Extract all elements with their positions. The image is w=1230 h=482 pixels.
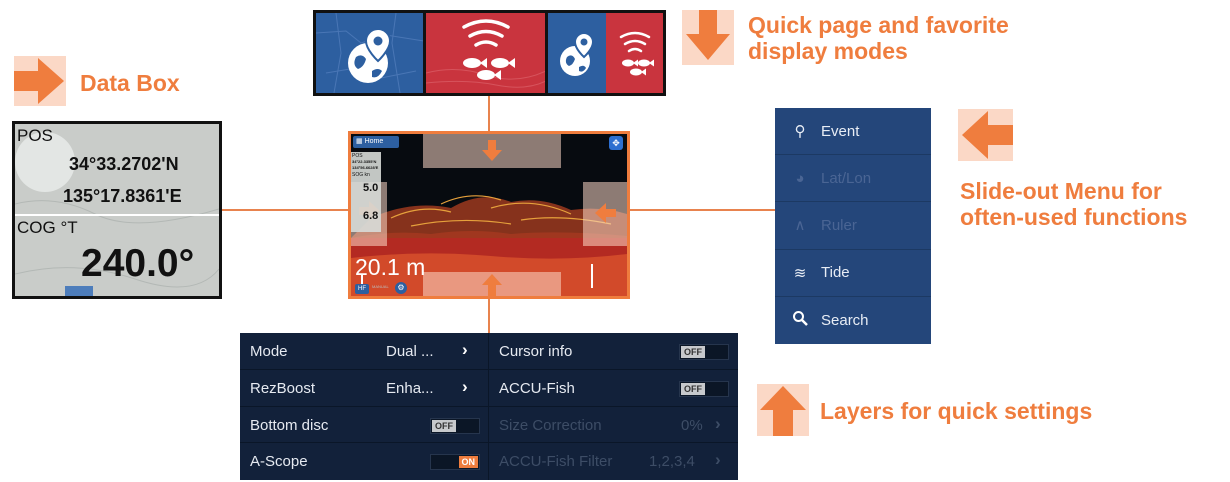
- gain-mode-label: MANUAL: [372, 284, 389, 289]
- menu-item-event[interactable]: ⚲ Event: [775, 108, 931, 156]
- quick-page-sonar-tile[interactable]: [426, 13, 546, 93]
- layer-row-cursor-info[interactable]: Cursor info OFF: [489, 333, 738, 370]
- home-grid-icon: ▦: [356, 138, 365, 145]
- cog-label: COG °T: [17, 218, 78, 237]
- chevron-right-icon: ›: [715, 413, 721, 433]
- latitude-value: 34°33.2702'N: [69, 154, 179, 174]
- latlon-icon: ◕: [795, 169, 805, 187]
- home-button[interactable]: ▦ Home: [353, 136, 399, 148]
- mini-arrow-left-icon: [595, 203, 616, 223]
- menu-item-tide[interactable]: ≋ Tide: [775, 250, 931, 297]
- mini-lon: 134°56.6628'E: [352, 165, 379, 170]
- compass-button[interactable]: ✥: [609, 136, 623, 150]
- slide-out-menu: ⚲ Event ◕ Lat/Lon ∧ Ruler ≋ Tide Search: [775, 108, 931, 344]
- layers-left-column: Mode Dual ... › RezBoost Enha... › Botto…: [240, 333, 489, 480]
- layer-row-mode[interactable]: Mode Dual ... ›: [240, 333, 488, 370]
- mini-lat: 34°22.3355'N: [352, 159, 377, 164]
- globe-pin-icon: [316, 13, 424, 93]
- layer-label: Mode: [250, 343, 288, 360]
- frequency-badge[interactable]: HF: [355, 284, 369, 294]
- home-label: Home: [364, 138, 384, 145]
- layer-value: Dual ...: [386, 343, 434, 360]
- toggle-state: ON: [458, 456, 478, 469]
- mini-arrow-down-icon: [482, 140, 502, 161]
- chevron-right-icon: ›: [715, 450, 721, 470]
- layer-row-rezboost[interactable]: RezBoost Enha... ›: [240, 370, 488, 407]
- callout-data-box: Data Box: [80, 70, 180, 96]
- accu-fish-toggle[interactable]: OFF: [679, 380, 729, 397]
- cursor-info-toggle[interactable]: OFF: [679, 344, 729, 360]
- event-icon: ⚲: [794, 123, 806, 141]
- layer-label: ACCU-Fish: [499, 379, 575, 397]
- layer-value: 0%: [681, 416, 703, 434]
- menu-item-latlon[interactable]: ◕ Lat/Lon: [775, 155, 931, 203]
- settings-gear-icon[interactable]: ⚙: [395, 282, 407, 294]
- sonar-fish-icon: [426, 19, 546, 88]
- arrow-up-icon: [757, 384, 809, 436]
- ruler-icon: ∧: [794, 217, 806, 235]
- quick-page-chart-tile[interactable]: [316, 13, 424, 93]
- layers-right-column: Cursor info OFF ACCU-Fish OFF Size Corre…: [489, 333, 738, 480]
- menu-item-label: Event: [821, 122, 860, 140]
- layer-row-a-scope[interactable]: A-Scope ON: [240, 443, 488, 480]
- mini-arrow-up-icon: [482, 274, 502, 296]
- toggle-state: OFF: [681, 346, 705, 358]
- layer-value: Enha...: [386, 379, 434, 397]
- mini-second-value: 6.8: [363, 210, 379, 222]
- menu-item-label: Lat/Lon: [821, 169, 872, 187]
- arrow-down-icon: [682, 10, 734, 65]
- layer-row-accu-fish[interactable]: ACCU-Fish OFF: [489, 370, 738, 407]
- layer-label: ACCU-Fish Filter: [499, 453, 613, 471]
- cog-value: 240.0°: [81, 242, 195, 285]
- layer-label: RezBoost: [250, 379, 316, 397]
- arrow-left-icon: [958, 109, 1013, 161]
- chevron-right-icon: ›: [462, 376, 468, 396]
- connector-right: [630, 209, 776, 211]
- menu-item-label: Search: [821, 311, 869, 329]
- connector-top: [488, 96, 490, 132]
- mini-sog-value: 5.0: [363, 182, 379, 194]
- bottom-disc-toggle[interactable]: OFF: [430, 417, 480, 434]
- layer-label: Cursor info: [499, 343, 573, 360]
- menu-item-ruler[interactable]: ∧ Ruler: [775, 202, 931, 250]
- chevron-right-icon: ›: [462, 340, 468, 359]
- toggle-state: OFF: [681, 382, 705, 395]
- data-box-divider: [15, 214, 219, 216]
- callout-layers: Layers for quick settings: [820, 398, 1093, 424]
- layer-row-accu-fish-filter[interactable]: ACCU-Fish Filter 1,2,3,4 ›: [489, 443, 738, 480]
- menu-item-search[interactable]: Search: [775, 297, 931, 344]
- pos-label: POS: [17, 126, 53, 145]
- quick-page-strip: [313, 10, 666, 96]
- arrow-right-icon: [14, 56, 66, 106]
- layer-label: A-Scope: [250, 453, 308, 471]
- menu-item-label: Ruler: [821, 216, 857, 234]
- layer-row-bottom-disc[interactable]: Bottom disc OFF: [240, 407, 488, 444]
- depth-readout: 20.1 m: [355, 254, 426, 280]
- callout-quick-page: Quick page and favorite display modes: [748, 12, 1009, 64]
- layers-panel: Mode Dual ... › RezBoost Enha... › Botto…: [240, 333, 738, 480]
- sonar-display: ▦ Home ✥ POS 34°22.3355'N 134°56.6628'E …: [348, 131, 630, 299]
- toggle-state: OFF: [432, 419, 456, 432]
- menu-item-label: Tide: [821, 264, 850, 282]
- a-scope-toggle[interactable]: ON: [430, 454, 480, 471]
- connector-bottom: [488, 299, 490, 334]
- quick-page-combo-tile[interactable]: [548, 13, 663, 93]
- sonar-fish-small-icon: [619, 31, 655, 76]
- globe-pin-small-icon: [560, 31, 595, 76]
- layer-row-size-correction[interactable]: Size Correction 0% ›: [489, 407, 738, 444]
- data-box: POS 34°33.2702'N 135°17.8361'E COG °T 24…: [12, 121, 222, 299]
- mini-sog-label: SOG kn: [352, 172, 370, 178]
- search-icon: [789, 310, 811, 330]
- mini-data-box: POS 34°22.3355'N 134°56.6628'E SOG kn 5.…: [351, 152, 381, 232]
- callout-slide-out: Slide-out Menu for often-used functions: [960, 178, 1188, 230]
- layer-label: Bottom disc: [250, 416, 329, 434]
- longitude-value: 135°17.8361'E: [63, 186, 182, 206]
- tide-icon: ≋: [793, 264, 807, 282]
- connector-left: [222, 209, 349, 211]
- layer-label: Size Correction: [499, 416, 602, 434]
- layer-value: 1,2,3,4: [649, 453, 695, 471]
